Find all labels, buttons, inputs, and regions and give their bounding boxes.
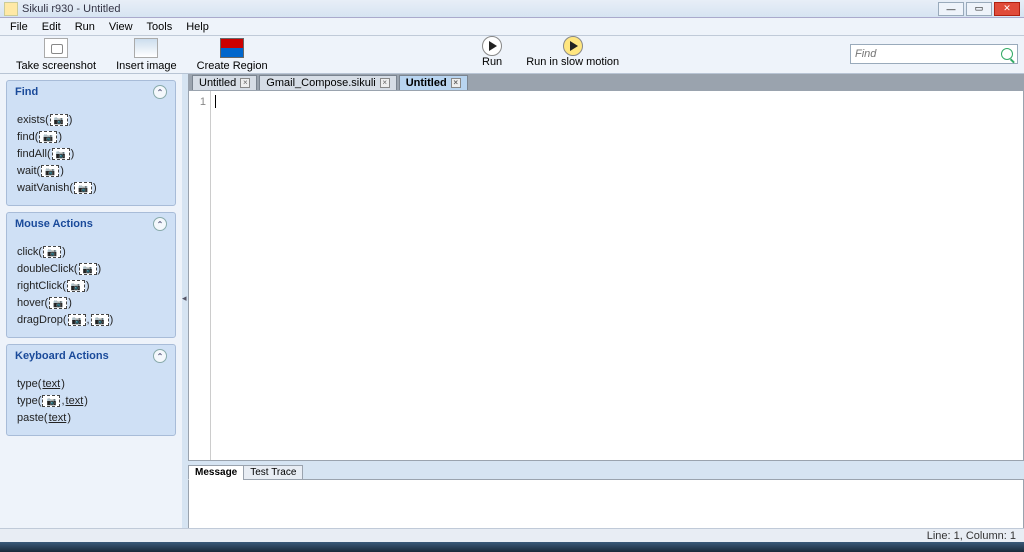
maximize-button[interactable]: ▭	[966, 2, 992, 16]
sidebar: Find⌃ exists( ) find( ) findAll( ) wait( ) wa…	[0, 74, 182, 531]
panel-header[interactable]: Keyboard Actions⌃	[7, 345, 175, 367]
menu-edit[interactable]: Edit	[36, 20, 67, 34]
app-icon	[4, 2, 18, 16]
play-icon	[482, 36, 502, 56]
run-button[interactable]: Run	[470, 36, 514, 68]
bottom-tab-message[interactable]: Message	[188, 465, 244, 480]
close-tab-icon[interactable]: ×	[240, 78, 250, 88]
code-editor[interactable]: 1	[188, 90, 1024, 461]
editor-tab[interactable]: Gmail_Compose.sikuli×	[259, 75, 396, 90]
command-item[interactable]: wait( )	[17, 165, 165, 177]
camera-icon	[44, 38, 68, 58]
take-screenshot-button[interactable]: Take screenshot	[6, 38, 106, 72]
camera-token-icon	[42, 395, 60, 407]
camera-token-icon	[43, 246, 61, 258]
editor-tab[interactable]: Untitled×	[192, 75, 257, 90]
camera-token-icon	[74, 182, 92, 194]
toolbar: Take screenshot Insert image Create Regi…	[0, 36, 1024, 74]
editor-tab[interactable]: Untitled×	[399, 75, 468, 90]
panel-find: Find⌃ exists( ) find( ) findAll( ) wait( ) wa…	[6, 80, 176, 206]
camera-token-icon	[39, 131, 57, 143]
menu-view[interactable]: View	[103, 20, 139, 34]
command-item[interactable]: waitVanish( )	[17, 182, 165, 194]
camera-token-icon	[68, 314, 86, 326]
command-item[interactable]: findAll( )	[17, 148, 165, 160]
statusbar: Line: 1, Column: 1	[0, 528, 1024, 542]
code-area[interactable]	[211, 91, 1023, 460]
search-input[interactable]	[855, 48, 1001, 60]
window-titlebar: Sikuli r930 - Untitled — ▭ ✕	[0, 0, 1024, 18]
close-button[interactable]: ✕	[994, 2, 1020, 16]
command-item[interactable]: paste( text )	[17, 412, 165, 424]
line-gutter: 1	[189, 91, 211, 460]
command-item[interactable]: click( )	[17, 246, 165, 258]
search-box[interactable]	[850, 44, 1018, 64]
panel-mouse-actions: Mouse Actions⌃ click( ) doubleClick( ) righ…	[6, 212, 176, 338]
close-tab-icon[interactable]: ×	[451, 78, 461, 88]
camera-token-icon	[49, 297, 67, 309]
run-slow-button[interactable]: Run in slow motion	[514, 36, 631, 68]
create-region-button[interactable]: Create Region	[187, 38, 278, 72]
command-item[interactable]: exists( )	[17, 114, 165, 126]
play-slow-icon	[563, 36, 583, 56]
minimize-button[interactable]: —	[938, 2, 964, 16]
command-item[interactable]: find( )	[17, 131, 165, 143]
menu-run[interactable]: Run	[69, 20, 101, 34]
region-icon	[220, 38, 244, 58]
collapse-icon[interactable]: ⌃	[153, 85, 167, 99]
close-tab-icon[interactable]: ×	[380, 78, 390, 88]
camera-token-icon	[79, 263, 97, 275]
bottom-tab-test-trace[interactable]: Test Trace	[243, 465, 303, 480]
collapse-icon[interactable]: ⌃	[153, 349, 167, 363]
panel-header[interactable]: Mouse Actions⌃	[7, 213, 175, 235]
camera-token-icon	[52, 148, 70, 160]
panel-header[interactable]: Find⌃	[7, 81, 175, 103]
command-item[interactable]: rightClick( )	[17, 280, 165, 292]
command-item[interactable]: hover( )	[17, 297, 165, 309]
menu-tools[interactable]: Tools	[141, 20, 179, 34]
camera-token-icon	[91, 314, 109, 326]
command-item[interactable]: type( text )	[17, 378, 165, 390]
menu-file[interactable]: File	[4, 20, 34, 34]
camera-token-icon	[50, 114, 68, 126]
editor-tabstrip: Untitled×Gmail_Compose.sikuli×Untitled×	[188, 74, 1024, 90]
insert-image-button[interactable]: Insert image	[106, 38, 187, 72]
collapse-icon[interactable]: ⌃	[153, 217, 167, 231]
command-item[interactable]: dragDrop( , )	[17, 314, 165, 326]
image-icon	[134, 38, 158, 58]
cursor-position: Line: 1, Column: 1	[927, 530, 1016, 542]
os-taskbar	[0, 542, 1024, 552]
window-title: Sikuli r930 - Untitled	[22, 3, 938, 15]
camera-token-icon	[67, 280, 85, 292]
command-item[interactable]: type( , text )	[17, 395, 165, 407]
menubar: File Edit Run View Tools Help	[0, 18, 1024, 36]
menu-help[interactable]: Help	[180, 20, 215, 34]
camera-token-icon	[41, 165, 59, 177]
command-item[interactable]: doubleClick( )	[17, 263, 165, 275]
search-icon[interactable]	[1001, 48, 1013, 60]
splitter[interactable]	[182, 74, 188, 531]
panel-keyboard-actions: Keyboard Actions⌃ type( text ) type( , tex…	[6, 344, 176, 436]
bottom-tabstrip: MessageTest Trace	[188, 465, 1024, 480]
message-pane[interactable]	[188, 479, 1024, 531]
